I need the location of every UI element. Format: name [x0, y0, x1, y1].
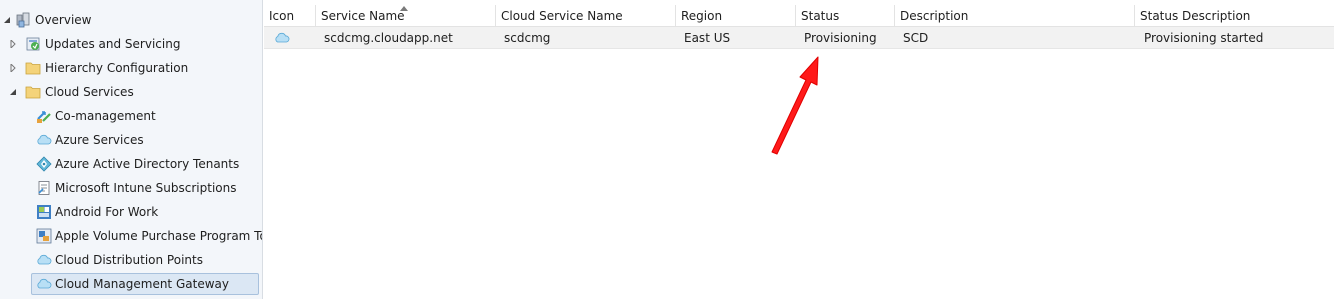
tree-item-label: Apple Volume Purchase Program Tokens	[55, 229, 262, 243]
column-header-status[interactable]: Status	[796, 5, 895, 26]
expanded-arrow-icon[interactable]	[2, 15, 12, 25]
column-header-description[interactable]: Description	[895, 5, 1135, 26]
cell-status-description: Provisioning started	[1144, 31, 1264, 45]
tree-item-label: Cloud Services	[45, 85, 134, 99]
column-header-row: Icon Service Name Cloud Service Name Reg…	[264, 5, 1334, 27]
tree-item-label: Hierarchy Configuration	[45, 61, 189, 75]
tree-item-android-for-work[interactable]: Android For Work	[0, 201, 262, 223]
tree-item-updates-and-servicing[interactable]: Updates and Servicing	[0, 33, 262, 55]
tree-item-label: Cloud Management Gateway	[55, 277, 229, 291]
cloud-icon	[274, 30, 290, 46]
cloud-icon	[36, 276, 52, 292]
tree-item-overview[interactable]: Overview	[0, 9, 262, 31]
tree-item-cloud-distribution-points[interactable]: Cloud Distribution Points	[0, 249, 262, 271]
collapsed-arrow-icon[interactable]	[8, 63, 18, 73]
folder-icon	[25, 84, 41, 100]
apple-vpp-icon	[36, 228, 52, 244]
collapsed-arrow-icon[interactable]	[8, 39, 18, 49]
tree-item-label: Azure Services	[55, 133, 144, 147]
tree-item-label: Co-management	[55, 109, 156, 123]
tree-item-label: Cloud Distribution Points	[55, 253, 203, 267]
tree-item-intune-subscriptions[interactable]: Microsoft Intune Subscriptions	[0, 177, 262, 199]
tree-item-label: Android For Work	[55, 205, 159, 219]
tree-item-co-management[interactable]: Co-management	[0, 105, 262, 127]
column-header-icon[interactable]: Icon	[264, 5, 316, 26]
tree-item-label: Overview	[35, 13, 92, 27]
cell-description: SCD	[903, 31, 929, 45]
column-header-service-name[interactable]: Service Name	[316, 5, 496, 26]
azure-ad-icon	[36, 156, 52, 172]
tree-item-label: Azure Active Directory Tenants	[55, 157, 240, 171]
tree-item-azure-ad-tenants[interactable]: Azure Active Directory Tenants	[0, 153, 262, 175]
cell-service-name: scdcmg.cloudapp.net	[324, 31, 453, 45]
cloud-icon	[36, 252, 52, 268]
tree-item-azure-services[interactable]: Azure Services	[0, 129, 262, 151]
expanded-arrow-icon[interactable]	[8, 87, 18, 97]
co-management-icon	[36, 108, 52, 124]
tree-item-label: Updates and Servicing	[45, 37, 181, 51]
navigation-tree: Overview Updates and Servicing Hierarchy…	[0, 0, 263, 299]
tree-item-label: Microsoft Intune Subscriptions	[55, 181, 237, 195]
table-row[interactable]: scdcmg.cloudapp.net scdcmg East US Provi…	[264, 27, 1334, 49]
column-header-cloud-service-name[interactable]: Cloud Service Name	[496, 5, 676, 26]
cell-cloud-service-name: scdcmg	[504, 31, 551, 45]
folder-icon	[25, 60, 41, 76]
intune-icon	[36, 180, 52, 196]
tree-item-apple-vpp-tokens[interactable]: Apple Volume Purchase Program Tokens	[0, 225, 262, 247]
tree-item-hierarchy-configuration[interactable]: Hierarchy Configuration	[0, 57, 262, 79]
cell-status: Provisioning	[804, 31, 877, 45]
column-header-status-description[interactable]: Status Description	[1135, 5, 1334, 26]
column-header-region[interactable]: Region	[676, 5, 796, 26]
overview-icon	[15, 12, 31, 28]
updates-icon	[25, 36, 41, 52]
android-work-icon	[36, 204, 52, 220]
cell-region: East US	[684, 31, 731, 45]
tree-item-cloud-services[interactable]: Cloud Services	[0, 81, 262, 103]
cloud-gateway-list: Icon Service Name Cloud Service Name Reg…	[264, 0, 1334, 299]
cloud-icon	[36, 132, 52, 148]
tree-item-cloud-management-gateway[interactable]: Cloud Management Gateway	[0, 273, 262, 295]
